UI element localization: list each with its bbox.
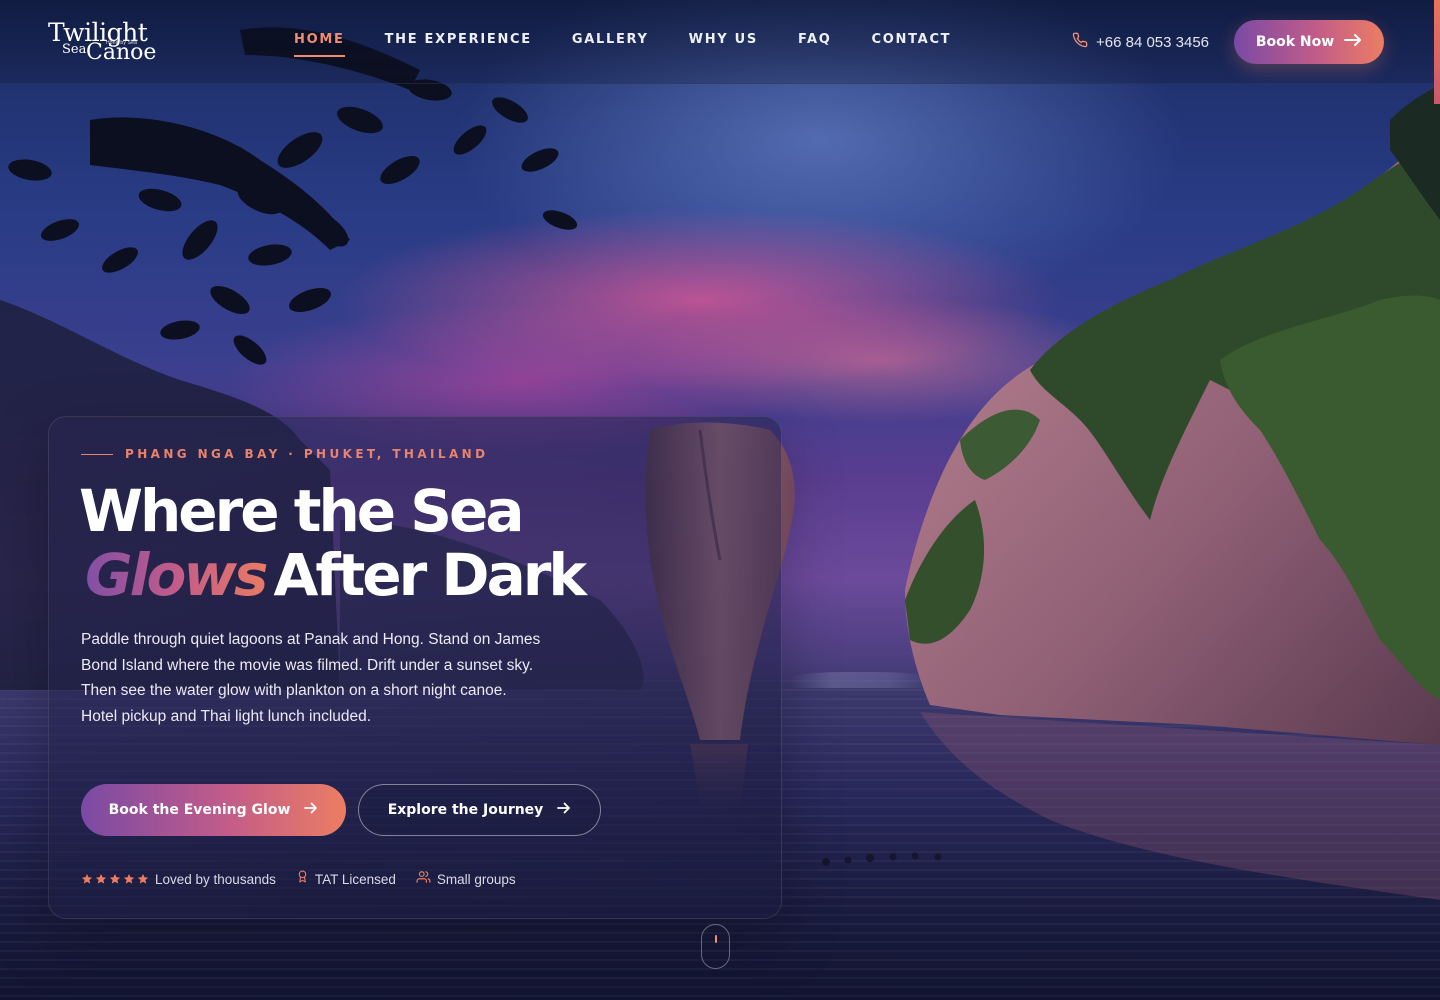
star-icon bbox=[123, 874, 135, 884]
award-icon bbox=[296, 869, 309, 889]
explore-journey-label: Explore the Journey bbox=[387, 802, 544, 818]
nav-link-faq[interactable]: FAQ bbox=[798, 32, 832, 57]
nav-link-experience[interactable]: THE EXPERIENCE bbox=[385, 32, 532, 57]
license-text: TAT Licensed bbox=[314, 871, 396, 887]
location-eyebrow: PHANG NGA BAY · PHUKET, THAILAND bbox=[81, 447, 488, 461]
nav-link-gallery[interactable]: GALLERY bbox=[572, 32, 649, 57]
book-evening-glow-label: Book the Evening Glow bbox=[108, 802, 291, 818]
brand-logo[interactable]: Twilight Sea Canoe Hong by Sea bbox=[48, 18, 158, 68]
nav-link-why-us[interactable]: WHY US bbox=[689, 32, 758, 57]
scroll-dot bbox=[715, 935, 717, 943]
mouse-scroll-icon[interactable] bbox=[701, 924, 730, 969]
arrow-right-icon bbox=[557, 802, 571, 818]
nav-link-home[interactable]: HOME bbox=[294, 32, 345, 57]
location-text: PHANG NGA BAY · PHUKET, THAILAND bbox=[125, 447, 489, 461]
logo-text-sea: Sea bbox=[62, 42, 87, 57]
hero-card: PHANG NGA BAY · PHUKET, THAILAND Where t… bbox=[48, 416, 782, 919]
phone-number: +66 84 053 3456 bbox=[1096, 34, 1210, 51]
arrow-right-icon bbox=[304, 802, 318, 818]
arrow-right-icon bbox=[1344, 34, 1362, 50]
trust-badges: Loved by thousands TAT Licensed Small gr… bbox=[81, 869, 536, 889]
eyebrow-line bbox=[81, 453, 113, 455]
hero-description: Paddle through quiet lagoons at Panak an… bbox=[81, 631, 541, 725]
main-nav: HOME THE EXPERIENCE GALLERY WHY US FAQ C… bbox=[294, 32, 991, 57]
star-icon bbox=[95, 874, 107, 884]
headline-line-2-rest: After Dark bbox=[273, 541, 586, 609]
scrollbar-thumb[interactable] bbox=[1434, 0, 1440, 104]
rating-text: Loved by thousands bbox=[155, 871, 276, 887]
users-icon bbox=[416, 870, 431, 889]
star-icon bbox=[137, 874, 149, 884]
book-now-button[interactable]: Book Now bbox=[1234, 20, 1384, 64]
book-now-label: Book Now bbox=[1255, 34, 1335, 50]
phone-icon bbox=[1072, 32, 1088, 53]
headline-line-1: Where the Sea bbox=[79, 477, 525, 545]
groups-text: Small groups bbox=[436, 871, 516, 887]
headline-highlight: Glows bbox=[79, 541, 273, 609]
explore-journey-button[interactable]: Explore the Journey bbox=[358, 784, 601, 836]
logo-badge: Hong by Sea bbox=[106, 40, 138, 46]
book-evening-glow-button[interactable]: Book the Evening Glow bbox=[81, 784, 346, 836]
groups-badge: Small groups bbox=[416, 870, 516, 889]
rating-stars bbox=[81, 873, 149, 885]
phone-link[interactable]: +66 84 053 3456 bbox=[1072, 32, 1209, 53]
hero-headline: Where the Sea Glows After Dark bbox=[79, 479, 779, 607]
license-badge: TAT Licensed bbox=[296, 869, 396, 889]
headline-line-2: Glows After Dark bbox=[79, 543, 779, 607]
star-icon bbox=[81, 874, 93, 884]
star-icon bbox=[109, 874, 121, 884]
rating-badge: Loved by thousands bbox=[81, 872, 276, 887]
nav-link-contact[interactable]: CONTACT bbox=[872, 32, 952, 57]
